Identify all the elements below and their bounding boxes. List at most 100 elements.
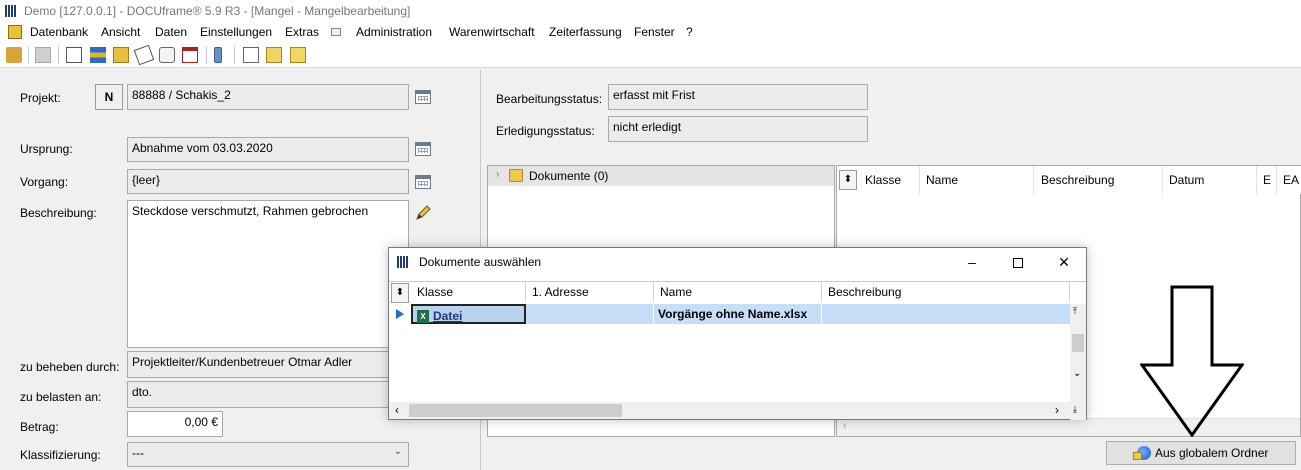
menu-extras[interactable]: Extras <box>285 22 319 42</box>
new-document-icon[interactable] <box>243 47 259 63</box>
attachment-icon[interactable] <box>159 47 175 63</box>
aus-globalem-ordner-label: Aus globalem Ordner <box>1155 446 1269 460</box>
dialog-header-klasse[interactable]: Klasse <box>411 282 526 302</box>
dialog-vertical-scrollbar[interactable]: ⤒ ⌄ ⤓ <box>1070 304 1086 420</box>
open-folder-icon[interactable] <box>266 47 282 63</box>
menu-fenster[interactable]: Fenster <box>634 22 675 42</box>
sort-toggle-icon[interactable]: ⬍ <box>391 283 409 303</box>
label-betrag: Betrag: <box>20 420 59 434</box>
toolbar-separator <box>28 47 29 64</box>
folder-icon <box>1133 452 1142 460</box>
app-menu-icon[interactable] <box>8 25 22 39</box>
window-title: Demo [127.0.0.1] - DOCUframe® 5.9 R3 - [… <box>24 4 411 18</box>
maximize-icon[interactable] <box>995 248 1041 276</box>
scroll-thumb[interactable] <box>1072 334 1084 352</box>
scroll-thumb[interactable] <box>409 404 622 417</box>
klassifizierung-value: --- <box>132 446 144 460</box>
tree-root-item[interactable]: › Dokumente (0) <box>488 166 834 186</box>
dokumente-auswaehlen-dialog[interactable]: Dokumente auswählen – ✕ ⬍ Klasse 1. Adre… <box>388 247 1087 420</box>
sort-toggle-icon[interactable]: ⬍ <box>839 170 857 190</box>
list-icon[interactable] <box>90 47 106 63</box>
grid-header-name[interactable]: Name <box>920 166 1034 194</box>
dialog-header-adresse[interactable]: 1. Adresse <box>526 282 654 302</box>
aus-globalem-ordner-button[interactable]: Aus globalem Ordner <box>1106 441 1296 465</box>
menu-warenwirtschaft[interactable]: Warenwirtschaft <box>449 22 535 42</box>
close-icon[interactable]: ✕ <box>1041 248 1087 276</box>
label-vorgang: Vorgang: <box>20 175 69 189</box>
docuframe-logo-icon <box>5 5 18 17</box>
zu-beheben-field[interactable]: Projektleiter/Kundenbetreuer Otmar Adler <box>127 351 409 378</box>
label-projekt: Projekt: <box>20 91 61 105</box>
cell-name[interactable]: Vorgänge ohne Name.xlsx <box>654 304 822 324</box>
phone-icon[interactable] <box>214 47 222 63</box>
export-icon[interactable] <box>290 47 306 63</box>
label-erledigungsstatus: Erledigungsstatus: <box>496 124 595 138</box>
ursprung-lookup-icon[interactable] <box>415 142 431 156</box>
label-ursprung: Ursprung: <box>20 142 73 156</box>
grid-header-beschreibung[interactable]: Beschreibung <box>1035 166 1163 194</box>
cell-beschreibung[interactable] <box>822 304 1071 324</box>
dialog-title: Dokumente auswählen <box>419 255 542 269</box>
tag-icon[interactable] <box>133 44 155 66</box>
toolbar-separator <box>234 47 235 64</box>
menu-help[interactable]: ? <box>686 22 693 42</box>
scroll-bottom-icon[interactable]: ⤓ <box>1073 404 1077 415</box>
menu-zeiterfassung[interactable]: Zeiterfassung <box>549 22 622 42</box>
folder-icon[interactable] <box>113 47 129 63</box>
grid-header-datum[interactable]: Datum <box>1163 166 1257 194</box>
grid-header-klasse[interactable]: Klasse <box>859 166 920 194</box>
cell-klasse-text: Datei <box>433 309 463 323</box>
table-row[interactable]: X Datei Vorgänge ohne Name.xlsx <box>411 304 1071 324</box>
menu-bar: Datenbank Ansicht Daten Einstellungen Ex… <box>0 22 1301 42</box>
ursprung-field[interactable]: Abnahme vom 03.03.2020 <box>127 137 409 162</box>
dialog-document-grid[interactable]: ⬍ Klasse 1. Adresse Name Beschreibung XD… <box>389 281 1086 420</box>
betrag-field[interactable]: 0,00 € <box>127 411 223 437</box>
edit-pencil-icon[interactable] <box>415 205 431 221</box>
menu-einstellungen[interactable]: Einstellungen <box>200 22 272 42</box>
zu-belasten-field[interactable]: dto. <box>127 381 409 408</box>
toolbar-separator <box>206 47 207 64</box>
calendar-icon[interactable] <box>182 47 198 63</box>
chevron-right-icon[interactable]: › <box>496 169 499 180</box>
annotation-arrow-down-icon <box>1140 285 1244 437</box>
beschreibung-textarea[interactable]: Steckdose verschmutzt, Rahmen gebrochen <box>127 200 409 348</box>
grid-header-ea[interactable]: EA <box>1277 166 1301 194</box>
row-indicator-icon <box>396 309 404 319</box>
window-title-bar: Demo [127.0.0.1] - DOCUframe® 5.9 R3 - [… <box>0 0 1301 22</box>
folder-icon <box>509 169 523 182</box>
chevron-down-icon: ⌄ <box>393 446 402 457</box>
docuframe-logo-icon <box>397 256 409 284</box>
scroll-left-icon[interactable]: ‹ <box>395 403 399 417</box>
minimize-icon[interactable]: – <box>949 248 995 276</box>
dialog-header-name[interactable]: Name <box>654 282 822 302</box>
scroll-left-icon[interactable]: ‹ <box>843 420 847 432</box>
cell-adresse[interactable] <box>526 304 654 324</box>
menu-administration[interactable]: Administration <box>356 22 432 42</box>
scroll-down-icon[interactable]: ⌄ <box>1073 368 1081 379</box>
erledigungsstatus-field[interactable]: nicht erledigt <box>608 116 868 142</box>
menu-ansicht[interactable]: Ansicht <box>101 22 140 42</box>
label-zu-beheben: zu beheben durch: <box>20 360 120 374</box>
address-card-icon[interactable] <box>66 47 82 63</box>
label-beschreibung: Beschreibung: <box>20 206 97 220</box>
print-icon[interactable] <box>35 47 51 63</box>
projekt-field[interactable]: 88888 / Schakis_2 <box>127 84 409 110</box>
bearbeitungsstatus-field[interactable]: erfasst mit Frist <box>608 84 868 110</box>
menu-grid-icon <box>331 28 341 36</box>
klassifizierung-select[interactable]: --- ⌄ <box>127 442 409 467</box>
menu-daten[interactable]: Daten <box>155 22 187 42</box>
projekt-type-badge[interactable]: N <box>95 84 123 110</box>
menu-datenbank[interactable]: Datenbank <box>30 22 88 42</box>
toolbar <box>0 42 1301 68</box>
grid-header-e[interactable]: E <box>1257 166 1277 194</box>
search-person-icon[interactable] <box>6 47 22 63</box>
dialog-horizontal-scrollbar[interactable]: ‹ › <box>389 402 1070 419</box>
scroll-top-icon[interactable]: ⤒ <box>1073 306 1077 317</box>
dialog-header-beschreibung[interactable]: Beschreibung <box>822 282 1070 302</box>
cell-klasse[interactable]: X Datei <box>411 304 526 324</box>
projekt-lookup-icon[interactable] <box>415 90 431 104</box>
tree-root-label: Dokumente (0) <box>529 169 609 183</box>
vorgang-lookup-icon[interactable] <box>415 175 431 189</box>
vorgang-field[interactable]: {leer} <box>127 169 409 194</box>
scroll-right-icon[interactable]: › <box>1055 403 1059 417</box>
